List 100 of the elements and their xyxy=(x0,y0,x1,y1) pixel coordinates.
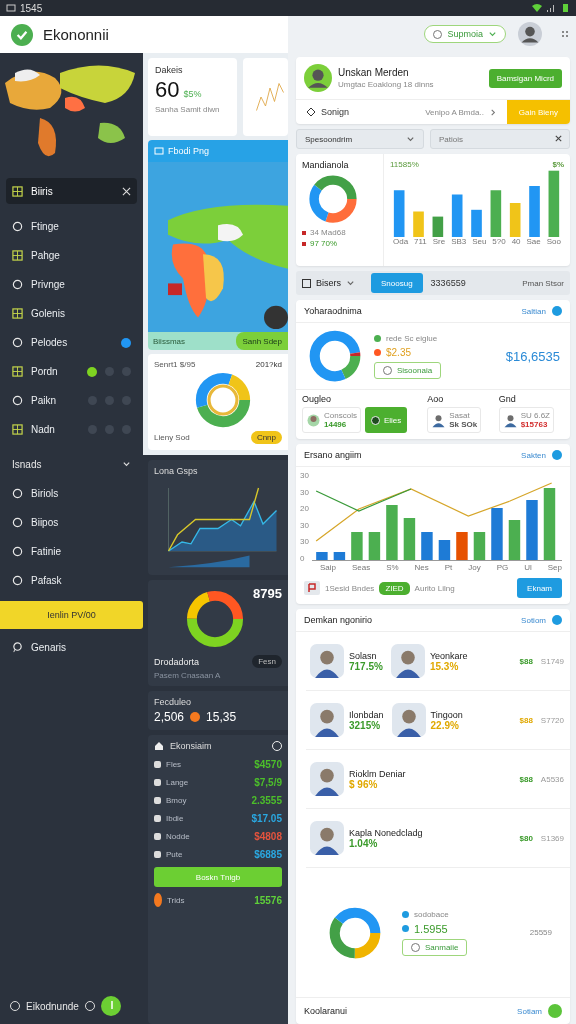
stat-caption: Sanha Samit diwn xyxy=(155,105,221,114)
section-header[interactable]: Isnads xyxy=(0,449,143,479)
sidebar-item[interactable]: Fatinie xyxy=(0,537,143,566)
filter-checkbox[interactable]: Bisers xyxy=(302,278,363,288)
grid-icon xyxy=(12,366,23,377)
chevron-icon xyxy=(488,107,498,117)
outline-button[interactable]: Sisoonaia xyxy=(374,361,442,379)
tile-value: $15763 xyxy=(520,420,549,429)
breadcrumb-link[interactable]: Venipo A Bmda.. xyxy=(425,107,484,117)
amount-value: A5536 xyxy=(540,774,564,784)
list-label: Pute xyxy=(166,849,183,859)
axis-label: Saip xyxy=(319,563,336,572)
select-dropdown[interactable]: Spesoondrim xyxy=(296,129,424,149)
bar xyxy=(351,532,363,560)
avatar-icon xyxy=(310,644,344,678)
tile-label: Conscols xyxy=(324,411,357,420)
bar xyxy=(509,203,521,237)
item-icon xyxy=(154,796,161,804)
signal-icon xyxy=(546,3,556,13)
chart-label: $% xyxy=(552,160,564,169)
bar xyxy=(438,540,451,560)
tile-value: Sk SOk xyxy=(449,420,478,429)
person-name: Kapla Nonedcladg xyxy=(349,827,423,838)
person-percent: 3215% xyxy=(349,719,382,731)
axis-label: SB3 xyxy=(451,237,467,246)
axis-label: 5?0 xyxy=(492,237,506,246)
card-title: Demkan ngonirio xyxy=(304,615,373,625)
sidebar-item[interactable]: Genaris xyxy=(0,633,143,662)
card-link[interactable]: Sotiom xyxy=(521,615,546,625)
nav-title: Sonign xyxy=(321,107,350,117)
outline-button[interactable]: Sanmaiie xyxy=(402,938,468,956)
legend-dot-icon xyxy=(402,910,409,918)
person-name: Ilonbdan xyxy=(349,709,384,720)
list-value: 2.3555 xyxy=(251,794,282,806)
card-title: Lona Gsps xyxy=(154,466,199,476)
card-title: Ersano angiim xyxy=(304,450,362,460)
card-link[interactable]: Sakten xyxy=(521,450,546,460)
tile-title: Gnd xyxy=(498,394,517,404)
sidebar-item[interactable]: Nadn xyxy=(0,415,143,444)
circle-icon xyxy=(12,337,23,348)
account-dropdown[interactable]: Supmoia xyxy=(424,25,506,43)
sidebar-item[interactable]: Biipos xyxy=(0,508,143,537)
sidebar-item[interactable]: Pahge xyxy=(0,241,143,270)
card-title: Mandianola xyxy=(302,160,350,170)
check-logo-icon xyxy=(11,23,33,46)
sidebar-item[interactable]: Ftinge xyxy=(0,212,143,241)
bar xyxy=(333,552,346,560)
clear-icon[interactable] xyxy=(554,134,563,143)
item-icon xyxy=(154,850,161,858)
bar xyxy=(548,170,560,237)
list-label: Nodde xyxy=(166,831,190,841)
card-link[interactable]: Sotiam xyxy=(517,1006,542,1016)
sidebar-item[interactable]: Pafask xyxy=(0,566,143,595)
bar xyxy=(451,194,463,237)
status-pill: Fesn xyxy=(252,655,282,668)
count-label: 3336559 xyxy=(430,278,466,288)
avatar-icon[interactable] xyxy=(518,22,542,46)
sidebar-item[interactable]: Biiris xyxy=(6,178,137,204)
sidebar-item[interactable]: Biriols xyxy=(0,479,143,508)
card-link[interactable]: Saltian xyxy=(521,306,546,316)
menu-icon[interactable] xyxy=(560,29,570,39)
sidebar-item[interactable]: Golenis xyxy=(0,299,143,328)
search-field[interactable]: Patiois xyxy=(430,129,570,149)
gauge-value: 8795 xyxy=(253,586,282,601)
axis-label: Joy xyxy=(468,563,481,572)
tile-title: Aoo xyxy=(427,394,445,404)
amount-tag: $88 xyxy=(519,656,533,666)
amount-value: S1369 xyxy=(540,833,564,843)
chevron-icon xyxy=(122,459,131,469)
avatar-icon xyxy=(304,64,332,92)
battery-icon xyxy=(560,3,570,13)
legend-dot-icon xyxy=(402,925,409,932)
sidebar-item[interactable]: Pelodes xyxy=(0,328,143,357)
chevron-icon xyxy=(346,278,355,288)
sidebar-item[interactable]: Pordn xyxy=(0,357,143,386)
card-button[interactable]: Cnnp xyxy=(250,431,282,444)
axis-label: Ul xyxy=(524,563,532,572)
sidebar-item[interactable]: Paikn xyxy=(0,386,143,415)
tile-value: 14496 xyxy=(324,420,348,429)
list-label: Lange xyxy=(166,777,189,787)
flag-icon[interactable] xyxy=(304,581,320,595)
close-icon[interactable] xyxy=(122,186,131,196)
map-button[interactable]: Sanh Sdep xyxy=(236,332,288,350)
list-value: $6885 xyxy=(254,848,282,860)
toolbar-link[interactable]: Pman Stsor xyxy=(522,278,570,288)
list-value: $4570 xyxy=(254,758,282,770)
total-value: $16,6535 xyxy=(505,348,560,364)
item-icon xyxy=(154,760,161,768)
primary-button[interactable]: Ienlin PV/00 xyxy=(0,601,143,629)
legend-label: 1Sesid Bndes xyxy=(325,583,375,593)
sidebar-item[interactable]: Privnge xyxy=(0,270,143,299)
avatar-icon xyxy=(310,703,344,737)
legend-label: rede Sc eiglue xyxy=(386,333,438,343)
dot-icon xyxy=(154,893,162,907)
item-icon xyxy=(154,814,161,822)
axis-label: 30 xyxy=(300,487,309,497)
footer-label: Eikodnunde xyxy=(26,1000,79,1012)
home-icon xyxy=(154,741,164,751)
circle-icon xyxy=(12,575,23,586)
axis-label: 711 xyxy=(414,237,427,246)
